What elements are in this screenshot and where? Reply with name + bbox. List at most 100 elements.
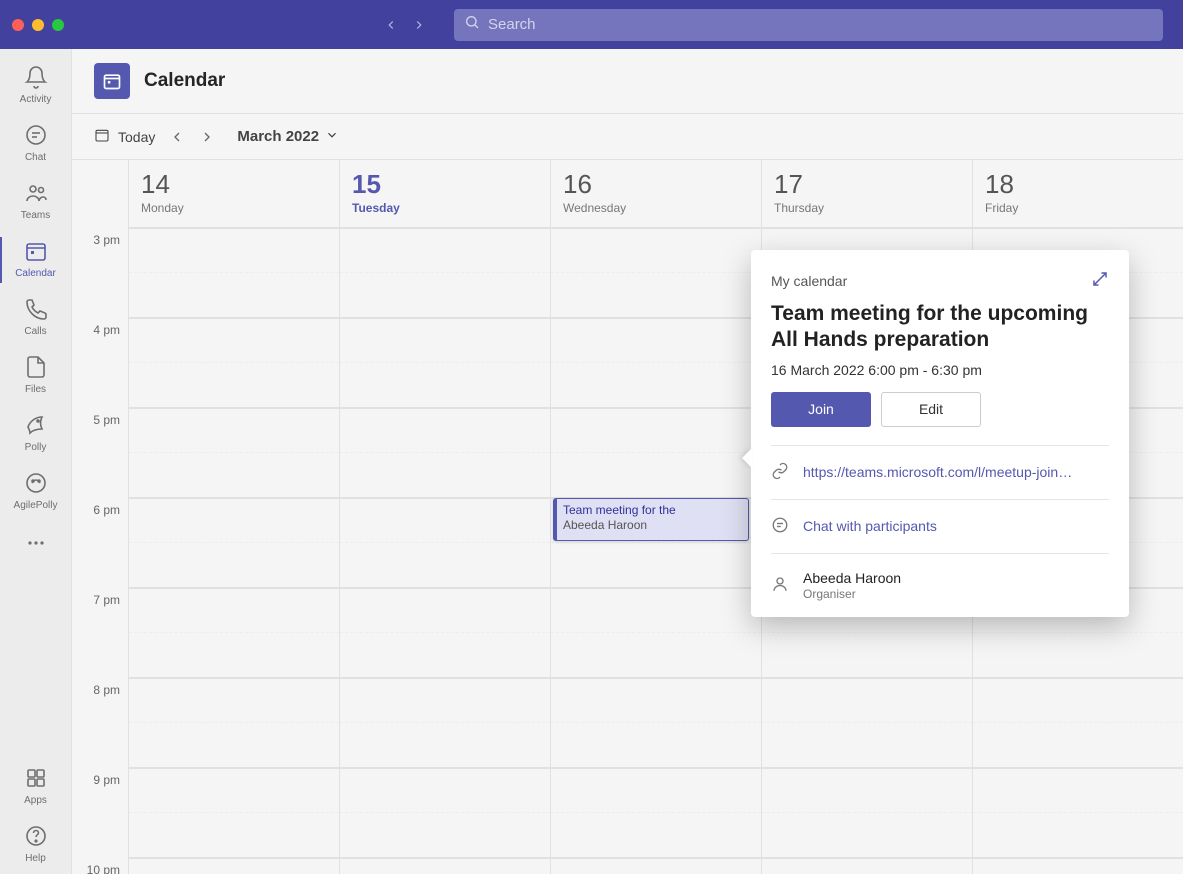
rail-label: AgilePolly — [14, 500, 58, 511]
person-icon — [771, 575, 789, 596]
rail-more-button[interactable] — [0, 523, 71, 568]
expand-button[interactable] — [1091, 270, 1109, 291]
day-name: Monday — [141, 201, 327, 215]
window-controls — [12, 19, 64, 31]
calendar-event[interactable]: Team meeting for the Abeeda Haroon — [553, 498, 749, 541]
history-back-button[interactable] — [384, 18, 398, 32]
rail-item-calendar[interactable]: Calendar — [0, 231, 71, 289]
day-name: Friday — [985, 201, 1171, 215]
day-column[interactable] — [128, 228, 339, 874]
popover-calendar-name: My calendar — [771, 273, 847, 289]
organiser-role: Organiser — [803, 587, 901, 601]
hour-label: 9 pm — [72, 768, 128, 858]
rail-label: Calendar — [15, 268, 56, 279]
hour-label: 7 pm — [72, 588, 128, 678]
day-number: 18 — [985, 170, 1171, 199]
day-number: 14 — [141, 170, 327, 199]
meeting-link-row[interactable]: https://teams.microsoft.com/l/meetup-joi… — [751, 446, 1129, 499]
meeting-link[interactable]: https://teams.microsoft.com/l/meetup-joi… — [803, 464, 1072, 480]
day-header[interactable]: 16 Wednesday — [550, 160, 761, 227]
window-maximize-button[interactable] — [52, 19, 64, 31]
calendar-toolbar: Today March 2022 — [72, 114, 1183, 160]
page-header: Calendar — [72, 49, 1183, 114]
history-nav — [384, 18, 426, 32]
day-number: 15 — [352, 170, 538, 199]
join-button[interactable]: Join — [771, 392, 871, 427]
month-label: March 2022 — [237, 128, 319, 145]
rail-label: Files — [25, 384, 46, 395]
organiser-name: Abeeda Haroon — [803, 570, 901, 586]
more-icon — [24, 531, 48, 558]
popover-title: Team meeting for the upcoming All Hands … — [771, 301, 1109, 354]
window-minimize-button[interactable] — [32, 19, 44, 31]
day-header[interactable]: 15 Tuesday — [339, 160, 550, 227]
organiser-row: Abeeda Haroon Organiser — [751, 554, 1129, 617]
day-number: 16 — [563, 170, 749, 199]
rail-item-teams[interactable]: Teams — [0, 173, 71, 231]
titlebar — [0, 0, 1183, 49]
agilepolly-icon — [24, 471, 48, 498]
calendar-grid: 14 Monday 15 Tuesday 16 Wednesday 17 Thu… — [72, 160, 1183, 874]
hour-label: 3 pm — [72, 228, 128, 318]
rail-label: Apps — [24, 795, 47, 806]
prev-period-button[interactable] — [169, 129, 185, 145]
rail-item-files[interactable]: Files — [0, 347, 71, 405]
app-rail: Activity Chat Teams Calendar Calls Files… — [0, 49, 72, 874]
popover-time: 16 March 2022 6:00 pm - 6:30 pm — [771, 362, 1109, 378]
today-icon — [94, 127, 110, 146]
event-title: Team meeting for the — [563, 503, 742, 517]
day-number: 17 — [774, 170, 960, 199]
rail-label: Activity — [20, 94, 52, 105]
rail-label: Calls — [24, 326, 46, 337]
calendar-app-icon — [94, 63, 130, 99]
event-popover: My calendar Team meeting for the upcomin… — [751, 250, 1129, 617]
next-period-button[interactable] — [199, 129, 215, 145]
hour-label: 5 pm — [72, 408, 128, 498]
day-column[interactable] — [339, 228, 550, 874]
chat-icon — [24, 123, 48, 150]
rail-label: Polly — [25, 442, 47, 453]
search-icon — [464, 14, 480, 35]
main: Calendar Today March 2022 14 Monda — [72, 49, 1183, 874]
time-gutter: 3 pm 4 pm 5 pm 6 pm 7 pm 8 pm 9 pm 10 pm — [72, 228, 128, 874]
today-label: Today — [118, 129, 155, 145]
window-close-button[interactable] — [12, 19, 24, 31]
chat-participants-label: Chat with participants — [803, 518, 937, 534]
calendar-icon — [24, 239, 48, 266]
page-title: Calendar — [144, 70, 225, 92]
chat-icon — [771, 516, 789, 537]
today-button[interactable]: Today — [94, 127, 155, 146]
day-column[interactable]: Team meeting for the Abeeda Haroon — [550, 228, 761, 874]
rail-label: Chat — [25, 152, 46, 163]
day-header[interactable]: 14 Monday — [128, 160, 339, 227]
rail-item-activity[interactable]: Activity — [0, 57, 71, 115]
link-icon — [771, 462, 789, 483]
history-forward-button[interactable] — [412, 18, 426, 32]
chat-participants-row[interactable]: Chat with participants — [751, 500, 1129, 553]
hour-label: 4 pm — [72, 318, 128, 408]
phone-icon — [24, 297, 48, 324]
rail-item-calls[interactable]: Calls — [0, 289, 71, 347]
rail-item-polly[interactable]: Polly — [0, 405, 71, 463]
day-name: Wednesday — [563, 201, 749, 215]
month-picker[interactable]: March 2022 — [237, 128, 339, 146]
rail-item-help[interactable]: Help — [0, 816, 71, 874]
apps-icon — [24, 766, 48, 793]
rail-item-agilepolly[interactable]: AgilePolly — [0, 463, 71, 521]
day-header[interactable]: 17 Thursday — [761, 160, 972, 227]
search-box[interactable] — [454, 9, 1163, 41]
rail-label: Teams — [21, 210, 50, 221]
day-header[interactable]: 18 Friday — [972, 160, 1183, 227]
rail-item-chat[interactable]: Chat — [0, 115, 71, 173]
day-name: Tuesday — [352, 201, 538, 215]
edit-button[interactable]: Edit — [881, 392, 981, 427]
file-icon — [24, 355, 48, 382]
polly-icon — [24, 413, 48, 440]
rail-label: Help — [25, 853, 46, 864]
event-organiser: Abeeda Haroon — [563, 518, 742, 532]
hour-label: 6 pm — [72, 498, 128, 588]
search-input[interactable] — [488, 16, 1153, 33]
rail-item-apps[interactable]: Apps — [0, 758, 71, 816]
chevron-down-icon — [325, 128, 339, 146]
bell-icon — [24, 65, 48, 92]
